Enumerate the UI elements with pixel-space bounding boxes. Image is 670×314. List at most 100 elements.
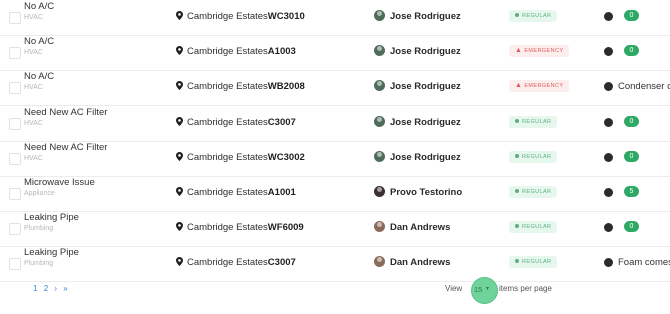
assignee[interactable]: Dan Andrews — [374, 256, 450, 268]
table-row[interactable]: Leaking Pipe Plumbing Cambridge EstatesWF6… — [0, 211, 670, 248]
comment-count: 0 — [624, 45, 639, 57]
comment-count: 0 — [624, 115, 639, 127]
work-order-category: HVAC — [24, 14, 43, 21]
location: Cambridge EstatesWC3002 — [176, 151, 305, 163]
assignee[interactable]: Jose Rodriguez — [374, 115, 461, 128]
assignee[interactable]: Jose Rodriguez — [374, 45, 461, 57]
priority-label: REGULAR — [522, 224, 552, 231]
work-order-title[interactable]: No A/C — [24, 1, 54, 12]
location-pin-icon — [176, 151, 187, 163]
work-order-title[interactable]: Microwave Issue — [24, 177, 95, 188]
location-pin-icon — [176, 187, 187, 198]
priority-label: REGULAR — [522, 118, 552, 125]
priority-badge: REGULAR — [509, 186, 558, 198]
priority-badge: REGULAR — [509, 256, 558, 269]
property-name: Cambridge Estates — [187, 116, 268, 128]
comment-icon[interactable] — [604, 150, 613, 162]
assignee[interactable]: Dan Andrews — [374, 221, 450, 233]
location: Cambridge EstatesA1003 — [176, 46, 296, 57]
location-pin-icon — [176, 81, 187, 92]
status-dot-icon — [515, 259, 519, 264]
unit-number: WC3002 — [267, 151, 305, 163]
table-row[interactable]: Microwave Issue Appliance Cambridge Estate… — [0, 176, 670, 212]
table-row[interactable]: Need New AC Filter HVAC Cambridge EstatesW… — [0, 141, 670, 177]
row-checkbox[interactable] — [9, 47, 21, 60]
chevron-down-icon[interactable]: ▾ — [486, 285, 489, 292]
priority-label: EMERGENCY — [524, 83, 564, 90]
property-name: Cambridge Estates — [187, 257, 268, 269]
row-checkbox[interactable] — [9, 152, 21, 165]
work-order-title[interactable]: Need New AC Filter — [24, 107, 107, 118]
location: Cambridge EstatesWF6009 — [176, 222, 304, 233]
work-order-category: HVAC — [24, 154, 43, 162]
assignee-name: Jose Rodriguez — [390, 46, 461, 58]
page-2-link[interactable]: 2 — [44, 284, 48, 293]
priority-badge: ▲ EMERGENCY — [509, 80, 570, 93]
per-page-value[interactable]: 15 — [474, 285, 482, 294]
comment-icon[interactable] — [604, 185, 613, 197]
comment-icon[interactable] — [604, 79, 613, 92]
work-order-title[interactable]: Need New AC Filter — [24, 142, 107, 153]
row-checkbox[interactable] — [9, 188, 21, 200]
avatar — [374, 115, 385, 127]
avatar — [374, 10, 385, 21]
avatar — [374, 186, 385, 197]
location-pin-icon — [176, 116, 187, 128]
location: Cambridge EstatesWB2008 — [176, 81, 305, 92]
location: Cambridge EstatesA1001 — [176, 187, 296, 198]
location-pin-icon — [176, 257, 187, 268]
warning-icon: ▲ — [515, 47, 523, 55]
priority-label: REGULAR — [522, 153, 552, 160]
assignee[interactable]: Jose Rodriguez — [374, 10, 461, 22]
work-order-title[interactable]: No A/C — [24, 71, 54, 82]
comment-preview[interactable]: Foam comes — [618, 257, 670, 268]
property-name: Cambridge Estates — [187, 222, 268, 234]
row-checkbox[interactable] — [9, 117, 21, 130]
work-order-category: Appliance — [24, 190, 55, 197]
row-checkbox[interactable] — [9, 82, 21, 95]
work-order-title[interactable]: Leaking Pipe — [24, 212, 79, 223]
comment-count: 0 — [624, 221, 639, 233]
avatar — [374, 80, 385, 92]
last-page-icon[interactable]: » — [63, 284, 67, 293]
table-row[interactable]: No A/C HVAC Cambridge EstatesWC3010 Jose Ro… — [0, 0, 670, 36]
assignee[interactable]: Provo Testorino — [374, 186, 462, 198]
assignee-name: Dan Andrews — [390, 222, 451, 234]
work-order-title[interactable]: No A/C — [24, 36, 54, 47]
assignee[interactable]: Jose Rodriguez — [374, 150, 461, 163]
assignee-name: Dan Andrews — [390, 257, 451, 269]
row-checkbox[interactable] — [9, 223, 21, 236]
assignee-name: Jose Rodriguez — [390, 151, 461, 163]
priority-badge: REGULAR — [509, 150, 558, 163]
status-dot-icon — [515, 153, 519, 158]
row-checkbox[interactable] — [9, 12, 21, 24]
comment-icon[interactable] — [604, 220, 613, 233]
unit-number: C3007 — [267, 116, 296, 128]
assignee[interactable]: Jose Rodriguez — [374, 80, 461, 92]
location: Cambridge EstatesC3007 — [176, 257, 296, 268]
table-row[interactable]: Leaking Pipe Plumbing Cambridge EstatesC30… — [0, 246, 670, 283]
property-name: Cambridge Estates — [187, 187, 268, 198]
table-row[interactable]: No A/C HVAC Cambridge EstatesWB2008 Jose Ro… — [0, 70, 670, 107]
comment-icon[interactable] — [604, 44, 613, 57]
priority-label: EMERGENCY — [524, 48, 564, 55]
next-page-icon[interactable]: › — [54, 284, 57, 293]
work-order-title[interactable]: Leaking Pipe — [24, 247, 79, 258]
comment-icon[interactable] — [604, 255, 613, 268]
avatar — [374, 221, 385, 233]
work-order-category: HVAC — [24, 119, 43, 127]
avatar — [374, 150, 385, 162]
comment-icon[interactable] — [604, 115, 613, 127]
work-order-category: Plumbing — [24, 225, 54, 233]
property-name: Cambridge Estates — [187, 46, 268, 58]
priority-label: REGULAR — [522, 259, 552, 266]
row-checkbox[interactable] — [9, 258, 21, 271]
location: Cambridge EstatesC3007 — [176, 116, 296, 128]
page-1-link[interactable]: 1 — [33, 284, 37, 293]
priority-badge: REGULAR — [509, 10, 558, 22]
table-row[interactable]: Need New AC Filter HVAC Cambridge EstatesC… — [0, 106, 670, 142]
items-per-page-label: items per page — [499, 284, 552, 293]
comment-icon[interactable] — [604, 9, 613, 21]
table-row[interactable]: No A/C HVAC Cambridge EstatesA1003 Jose Rod… — [0, 35, 670, 72]
comment-preview[interactable]: Condenser o — [618, 81, 670, 92]
